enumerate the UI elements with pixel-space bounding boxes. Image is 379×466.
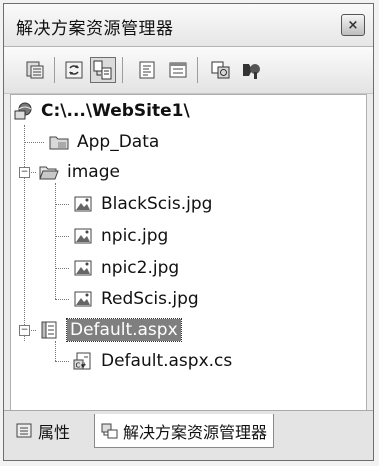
asp-net-config-icon — [243, 64, 260, 79]
aspx-page-icon — [41, 321, 57, 339]
tree-connector — [55, 299, 69, 300]
refresh-button[interactable] — [61, 57, 87, 83]
tab-solution-explorer[interactable]: 解决方案资源管理器 — [94, 414, 275, 448]
folder-icon — [49, 136, 69, 150]
copy-website-button[interactable] — [208, 57, 234, 83]
tree-item-default-aspx[interactable]: Default.aspx — [39, 316, 182, 344]
folder-open-icon — [39, 166, 59, 180]
tree-connector — [55, 204, 69, 205]
tree-item-label: Default.aspx — [66, 318, 182, 342]
tree-root[interactable]: C:\...\WebSite1\ — [13, 97, 190, 125]
close-icon: × — [347, 17, 359, 33]
nest-related-files-icon — [93, 60, 112, 80]
image-file-icon — [74, 291, 92, 307]
solution-tree: − − C:\...\WebSite1\ App_Data image Blac… — [10, 94, 367, 414]
tree-item-label: RedScis.jpg — [101, 289, 199, 309]
tree-item-label: image — [67, 162, 120, 182]
collapse-image-toggle[interactable]: − — [19, 167, 30, 178]
website-icon — [14, 102, 32, 120]
panel-tabs: 属性 解决方案资源管理器 — [4, 410, 373, 460]
solution-explorer-panel: 解决方案资源管理器 × − − C:\...\WebSite1\ App_Dat… — [3, 3, 374, 461]
tree-connector — [24, 142, 44, 143]
tree-item-redscis[interactable]: RedScis.jpg — [73, 285, 199, 313]
properties-button[interactable] — [22, 57, 48, 83]
image-file-icon — [74, 228, 92, 244]
tab-label: 解决方案资源管理器 — [123, 422, 268, 442]
minus-icon: − — [20, 325, 29, 335]
svg-text:C#: C# — [76, 362, 87, 370]
tree-item-label: App_Data — [77, 132, 160, 152]
tree-root-label: C:\...\WebSite1\ — [41, 101, 190, 121]
image-file-icon — [74, 260, 92, 276]
toolbar-separator — [197, 57, 198, 83]
image-file-icon — [74, 196, 92, 212]
tree-item-label: npic.jpg — [101, 226, 169, 246]
csharp-file-icon: C# — [73, 352, 91, 370]
tree-item-app-data[interactable]: App_Data — [49, 128, 159, 156]
tree-connector — [55, 268, 69, 269]
close-button[interactable]: × — [341, 14, 365, 36]
view-designer-button[interactable] — [165, 57, 191, 83]
tree-connector — [55, 361, 69, 362]
tree-item-label: Default.aspx.cs — [101, 351, 233, 371]
copy-website-icon — [211, 61, 230, 79]
tab-label: 属性 — [38, 423, 71, 442]
asp-net-config-button[interactable] — [238, 57, 264, 83]
properties-icon — [26, 61, 44, 79]
collapse-default-aspx-toggle[interactable]: − — [19, 325, 30, 336]
toolbar-separator — [54, 57, 55, 83]
title-bar: 解决方案资源管理器 × — [4, 4, 373, 47]
tree-item-blackscis[interactable]: BlackScis.jpg — [73, 190, 212, 218]
tree-connector — [55, 236, 69, 237]
tree-connector — [55, 183, 56, 299]
tree-connector — [24, 125, 25, 341]
tree-item-image-folder[interactable]: image — [39, 158, 120, 186]
properties-icon — [16, 423, 32, 438]
toolbar — [4, 47, 373, 94]
tree-connector — [55, 341, 56, 361]
nest-related-files-button[interactable] — [90, 57, 116, 83]
tree-item-label: npic2.jpg — [101, 258, 180, 278]
view-designer-icon — [169, 62, 187, 78]
panel-title: 解决方案资源管理器 — [16, 19, 174, 39]
toolbar-separator — [122, 57, 123, 83]
tree-item-default-aspx-cs[interactable]: C# Default.aspx.cs — [73, 347, 232, 375]
refresh-icon — [65, 61, 83, 79]
tree-item-npic2[interactable]: npic2.jpg — [73, 254, 179, 282]
tab-properties[interactable]: 属性 — [10, 414, 76, 448]
view-code-icon — [139, 61, 155, 79]
view-code-button[interactable] — [134, 57, 160, 83]
tree-item-npic[interactable]: npic.jpg — [73, 222, 168, 250]
minus-icon: − — [20, 167, 29, 177]
solution-explorer-icon — [101, 423, 118, 438]
tree-item-label: BlackScis.jpg — [101, 194, 213, 214]
